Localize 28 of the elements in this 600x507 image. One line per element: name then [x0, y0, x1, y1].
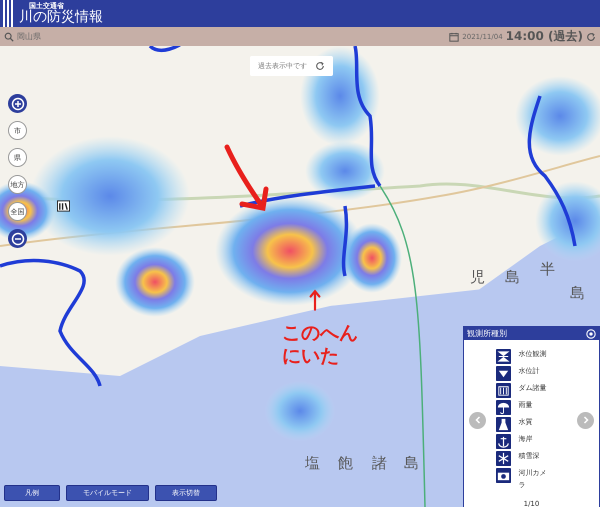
quality-station-icon: [496, 417, 510, 432]
refresh-icon[interactable]: [315, 61, 325, 71]
coast-station-icon: [496, 434, 510, 450]
stripes-icon: [3, 0, 13, 27]
map-place-label: 島: [570, 284, 585, 303]
level-gauge-station-icon: [496, 366, 510, 382]
map-place-label: 飽: [338, 454, 353, 473]
map-place-label: 島: [404, 454, 419, 473]
search-icon[interactable]: [4, 32, 14, 42]
snow-station-icon: [496, 451, 510, 466]
map-place-label: 児: [470, 268, 485, 287]
calendar-icon[interactable]: [449, 32, 460, 42]
map-place-label: 諸: [372, 454, 387, 473]
map-place-label: 塩: [305, 454, 320, 473]
handwritten-note: このへん にいた: [282, 322, 358, 368]
level-obs-station-icon: [496, 349, 510, 364]
close-icon[interactable]: [586, 328, 596, 338]
map-place-label: 半: [540, 260, 555, 279]
time-text: 14:00 (過去): [506, 28, 583, 45]
refresh-icon[interactable]: [586, 32, 596, 42]
rain-station-icon: [496, 400, 510, 416]
dam-marker-icon[interactable]: [57, 200, 70, 212]
site-title: 川の防災情報: [19, 10, 103, 24]
map-place-label: 島: [505, 268, 520, 287]
legend-title: 観測所種別: [467, 328, 507, 339]
dam-station-icon: [496, 383, 510, 398]
hand-drawn-arrow-icon: [308, 288, 322, 312]
camera-station-icon: [496, 468, 510, 484]
